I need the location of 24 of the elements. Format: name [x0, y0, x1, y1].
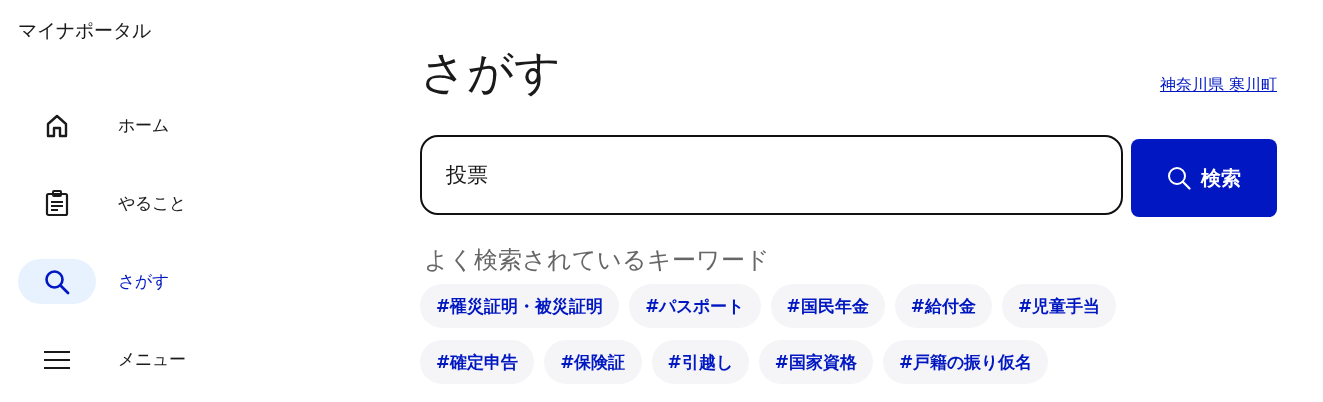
home-icon [46, 113, 68, 138]
clipboard-icon [45, 190, 69, 217]
keyword-chip[interactable]: #罹災証明・被災証明 [420, 284, 620, 328]
location-link[interactable]: 神奈川県 寒川町 [1159, 75, 1277, 96]
search-field[interactable]: 投票 [420, 135, 1123, 215]
keyword-chip[interactable]: #保険証 [544, 340, 642, 384]
keyword-chip[interactable]: #国民年金 [770, 284, 885, 328]
menu-icon [44, 349, 70, 370]
keyword-chip[interactable]: #確定申告 [420, 340, 535, 384]
keyword-chip[interactable]: #給付金 [894, 284, 992, 328]
keyword-chip[interactable]: #引越し [651, 340, 749, 384]
app-title: マイナポータル [17, 18, 151, 42]
search-button[interactable]: 検索 [1131, 139, 1277, 217]
keyword-chip[interactable]: #児童手当 [1002, 284, 1117, 328]
keyword-chip[interactable]: #戸籍の振り仮名 [883, 340, 1049, 384]
nav-item[interactable]: メニュー [18, 337, 186, 382]
section-heading: よく検索されているキーワード [424, 245, 771, 276]
page-title: さがす [420, 44, 561, 100]
keyword-chip[interactable]: #国家資格 [758, 340, 873, 384]
keyword-chip[interactable]: #パスポート [629, 284, 761, 328]
nav-item[interactable]: ホーム [18, 103, 169, 148]
nav-item[interactable]: やること [18, 181, 186, 226]
search-icon [1167, 166, 1191, 190]
search-icon [44, 268, 70, 295]
